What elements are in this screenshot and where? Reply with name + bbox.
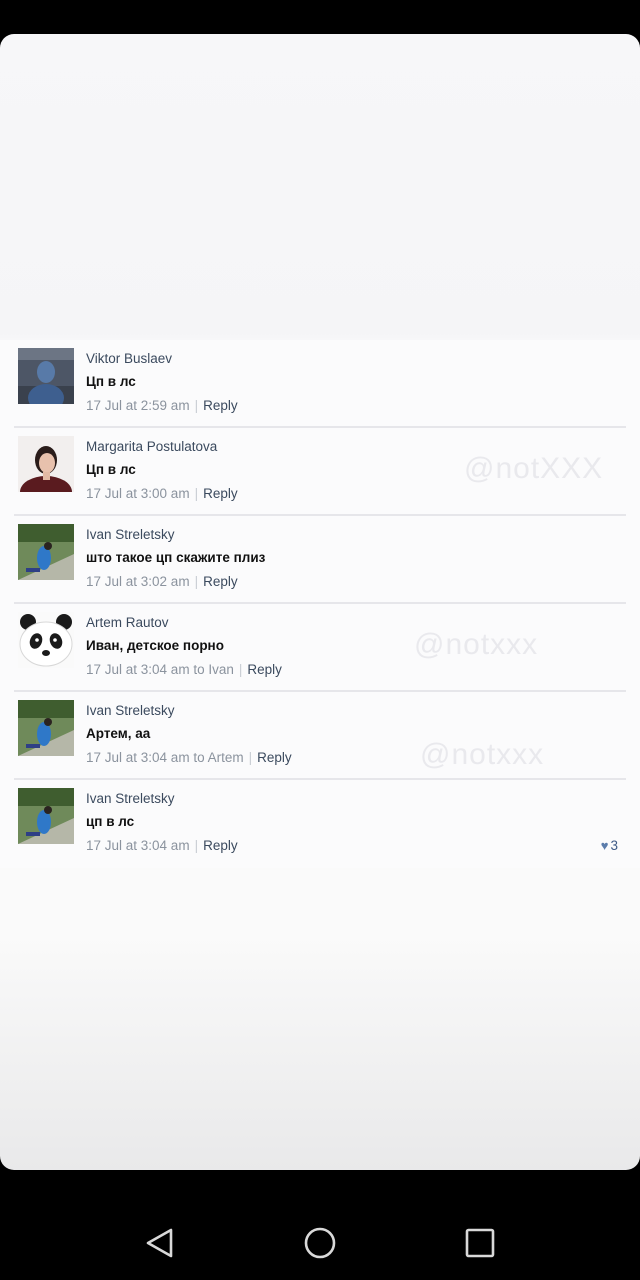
comment-item: Ivan Streletsky Артем, аа 17 Jul at 3:04… (0, 692, 640, 780)
person-hood-avatar[interactable] (18, 348, 74, 404)
reply-link[interactable]: Reply (203, 486, 238, 501)
comment-meta: 17 Jul at 3:04 am | Reply (86, 838, 238, 853)
comment-time[interactable]: 17 Jul at 3:04 am to Artem (86, 750, 244, 765)
navigation-bar (0, 1170, 640, 1280)
outdoor-photo-avatar[interactable] (18, 524, 74, 580)
comment-author[interactable]: Artem Rautov (86, 615, 169, 630)
comment-author[interactable]: Ivan Streletsky (86, 791, 175, 806)
reply-link[interactable]: Reply (247, 662, 282, 677)
meta-separator: | (194, 398, 199, 413)
comment-time[interactable]: 17 Jul at 3:00 am (86, 486, 190, 501)
watermark: @notxxx (414, 628, 539, 661)
comment-item: Margarita Postulatova Цп в лс 17 Jul at … (0, 428, 640, 516)
comment-time[interactable]: 17 Jul at 3:04 am to Ivan (86, 662, 234, 677)
meta-separator: | (238, 662, 243, 677)
comment-item: Ivan Streletsky што такое цп скажите пли… (0, 516, 640, 604)
meta-separator: | (194, 574, 199, 589)
woman-portrait-avatar[interactable] (18, 436, 74, 492)
comment-text: Цп в лс (86, 374, 136, 389)
phone-screen: Viktor Buslaev Цп в лс 17 Jul at 2:59 am… (0, 0, 640, 1280)
reply-link[interactable]: Reply (203, 838, 238, 853)
comment-meta: 17 Jul at 3:00 am | Reply (86, 486, 238, 501)
comment-item: Ivan Streletsky цп в лс 17 Jul at 3:04 a… (0, 780, 640, 868)
comment-text: Артем, аа (86, 726, 151, 741)
heart-icon: ♥ (600, 838, 609, 853)
reply-link[interactable]: Reply (203, 398, 238, 413)
home-icon[interactable] (303, 1226, 337, 1260)
meta-separator: | (248, 750, 253, 765)
comment-time[interactable]: 17 Jul at 3:04 am (86, 838, 190, 853)
comment-text: Цп в лс (86, 462, 136, 477)
comment-author[interactable]: Ivan Streletsky (86, 703, 175, 718)
comment-time[interactable]: 17 Jul at 3:02 am (86, 574, 190, 589)
watermark: @notXXX (464, 452, 604, 485)
watermark: @notxxx (420, 738, 545, 771)
comment-item: Viktor Buslaev Цп в лс 17 Jul at 2:59 am… (0, 340, 640, 428)
screenshot-card: Viktor Buslaev Цп в лс 17 Jul at 2:59 am… (0, 34, 640, 1170)
meta-separator: | (194, 486, 199, 501)
meta-separator: | (194, 838, 199, 853)
like-count: 3 (610, 838, 618, 853)
comment-item: Artem Rautov Иван, детское порно 17 Jul … (0, 604, 640, 692)
recents-icon[interactable] (463, 1226, 497, 1260)
reply-link[interactable]: Reply (257, 750, 292, 765)
comment-meta: 17 Jul at 3:04 am to Ivan | Reply (86, 662, 282, 677)
comment-meta: 17 Jul at 2:59 am | Reply (86, 398, 238, 413)
outdoor-photo-avatar[interactable] (18, 700, 74, 756)
comment-time[interactable]: 17 Jul at 2:59 am (86, 398, 190, 413)
comment-text: цп в лс (86, 814, 135, 829)
comment-author[interactable]: Viktor Buslaev (86, 351, 172, 366)
back-icon[interactable] (143, 1226, 177, 1260)
comment-meta: 17 Jul at 3:04 am to Artem | Reply (86, 750, 292, 765)
comment-author[interactable]: Ivan Streletsky (86, 527, 175, 542)
outdoor-photo-avatar[interactable] (18, 788, 74, 844)
comment-text: Иван, детское порно (86, 638, 224, 653)
comment-list: Viktor Buslaev Цп в лс 17 Jul at 2:59 am… (0, 340, 640, 868)
comment-meta: 17 Jul at 3:02 am | Reply (86, 574, 238, 589)
like-button[interactable]: ♥ 3 (601, 838, 618, 853)
comment-text: што такое цп скажите плиз (86, 550, 266, 565)
comment-author[interactable]: Margarita Postulatova (86, 439, 217, 454)
panda-avatar[interactable] (18, 612, 74, 668)
reply-link[interactable]: Reply (203, 574, 238, 589)
